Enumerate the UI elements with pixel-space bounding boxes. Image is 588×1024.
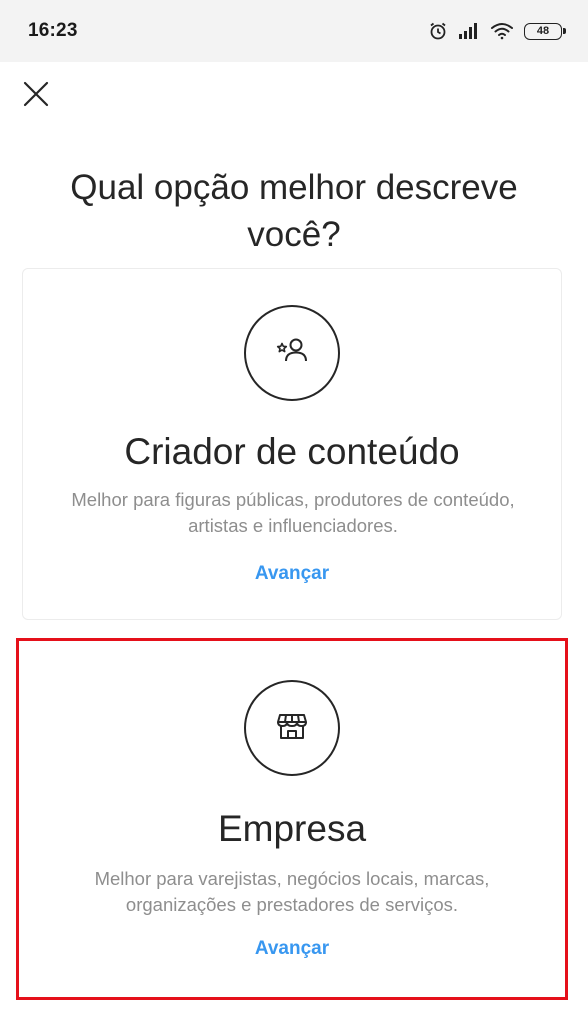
status-time: 16:23 bbox=[28, 20, 78, 41]
icon-circle bbox=[244, 680, 340, 776]
battery-level: 48 bbox=[536, 25, 550, 37]
close-icon bbox=[22, 80, 50, 113]
option-card-business[interactable]: Empresa Melhor para varejistas, negócios… bbox=[22, 642, 562, 998]
option-description: Melhor para varejistas, negócios locais,… bbox=[94, 868, 490, 915]
wifi-icon bbox=[490, 22, 514, 40]
option-description: Melhor para figuras públicas, produtores… bbox=[71, 489, 515, 536]
signal-icon bbox=[458, 22, 480, 40]
battery-icon: 48 bbox=[524, 22, 566, 40]
storefront-icon bbox=[273, 707, 311, 750]
next-link[interactable]: Avançar bbox=[23, 563, 561, 585]
status-icons: 48 bbox=[428, 21, 566, 41]
next-link[interactable]: Avançar bbox=[22, 938, 562, 960]
alarm-icon bbox=[428, 21, 448, 41]
option-title: Criador de conteúdo bbox=[124, 431, 460, 472]
option-title: Empresa bbox=[217, 808, 367, 849]
status-bar: 16:23 48 bbox=[0, 0, 588, 62]
page-title: Qual opção melhor descreve você? bbox=[70, 168, 518, 254]
option-card-creator[interactable]: Criador de conteúdo Melhor para figuras … bbox=[22, 268, 562, 620]
star-person-icon bbox=[272, 331, 312, 376]
close-button[interactable] bbox=[18, 78, 54, 114]
icon-circle bbox=[244, 305, 340, 401]
